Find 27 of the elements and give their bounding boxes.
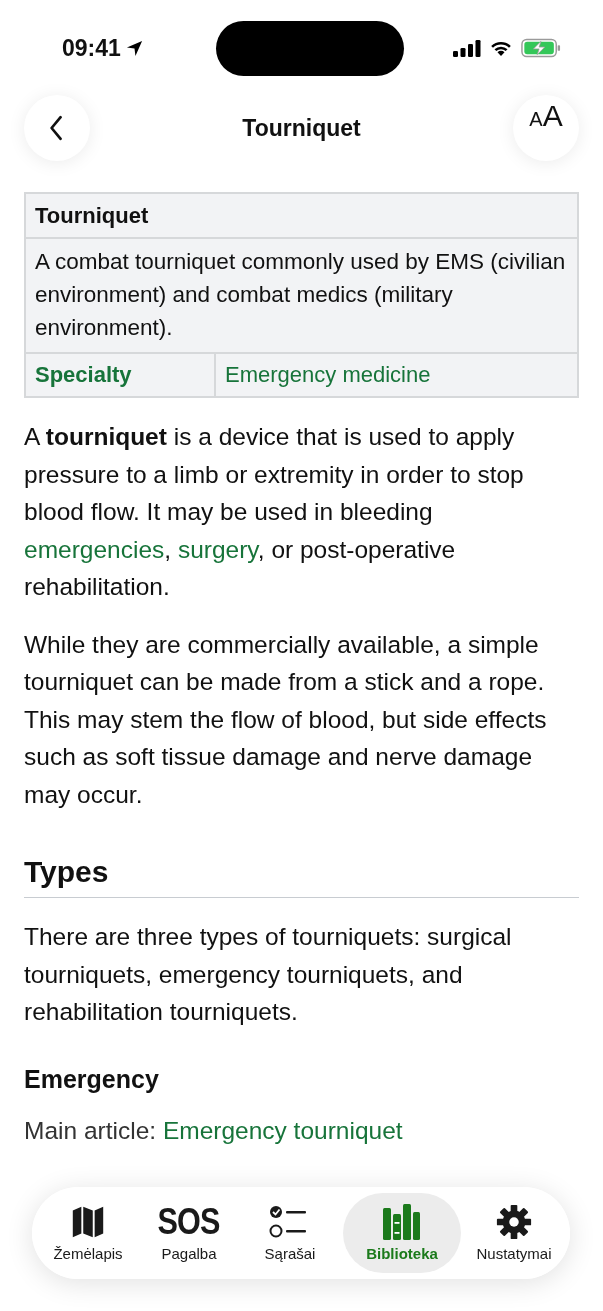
paragraph: There are three types of tourniquets: surgical tourniquets, emergency tourniquets, and rehabilitation tourniquets. xyxy=(24,922,513,1027)
article-link[interactable]: emergencies xyxy=(24,535,165,563)
sos-label: SOS xyxy=(157,1201,221,1243)
location-arrow-icon xyxy=(124,38,144,58)
settings-icon xyxy=(495,1203,533,1241)
page-title: Tourniquet xyxy=(242,114,361,142)
text-size-button[interactable]: AA xyxy=(513,95,579,161)
wifi-icon xyxy=(489,39,513,57)
tab-item[interactable]: SOS Pagalba xyxy=(141,1193,237,1273)
infobox-label: Specialty xyxy=(26,354,216,396)
tab-item[interactable]: Žemėlapis xyxy=(40,1193,136,1273)
paragraph: While they are commercially available, a simple tourniquet can be made from a stick and a rope. This may stem the flow of blood, but side effects such as soft tissue damage and nerve damage may occur. xyxy=(24,629,548,810)
subsection-heading: Emergency xyxy=(24,1064,160,1094)
tab-item[interactable]: Sąrašai xyxy=(242,1193,338,1273)
article-link[interactable]: Emergency tourniquet xyxy=(162,1116,403,1144)
infobox-link[interactable]: Emergency medicine xyxy=(216,354,440,396)
clock-time: 09:41 xyxy=(62,34,121,62)
article-link[interactable]: surgery xyxy=(177,535,258,563)
tab-item[interactable]: Biblioteka xyxy=(343,1193,461,1273)
infobox-title: Tourniquet xyxy=(26,194,577,239)
paragraph: A tourniquet is a device that is used to apply pressure to a limb or extremity in order to stop blood flow. It may be used in bleeding emergencies, surgery, or post-operative rehabilitation. xyxy=(24,422,525,602)
infobox-caption: A combat tourniquet commonly used by EMS (civilian environment) and combat medics (military environment). xyxy=(26,239,577,354)
signal-icon xyxy=(453,39,481,57)
battery-charging-icon xyxy=(521,38,561,58)
hatnote: Main article: Emergency tourniquet xyxy=(24,1115,404,1146)
section-heading: Types xyxy=(24,855,579,898)
tab-item[interactable]: Nustatymai xyxy=(466,1193,562,1273)
